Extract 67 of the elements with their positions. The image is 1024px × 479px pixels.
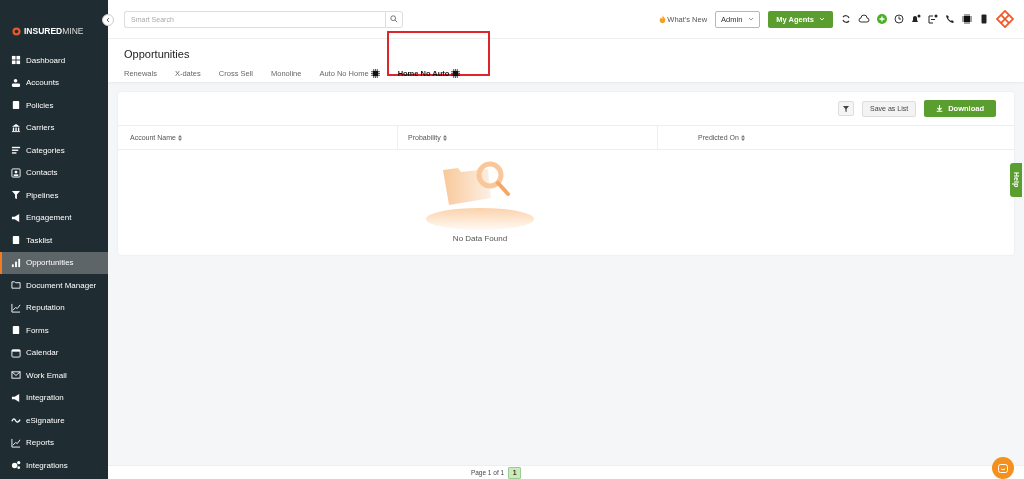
sidebar-item[interactable]: Accounts: [0, 71, 108, 94]
cloud-icon[interactable]: [858, 14, 870, 24]
gears-icon: [11, 460, 21, 471]
sidebar-item[interactable]: Tasklist: [0, 229, 108, 252]
add-icon[interactable]: [877, 14, 887, 24]
download-icon: [936, 105, 944, 112]
bell-icon[interactable]: [911, 14, 921, 24]
exit-icon[interactable]: [928, 14, 938, 24]
doc-icon: [11, 235, 21, 246]
sidebar-item[interactable]: Contacts: [0, 161, 108, 184]
caret-icon: [819, 16, 825, 22]
logo-icon: [12, 26, 21, 36]
sort-icon: [177, 134, 182, 141]
bars-icon: [11, 257, 21, 268]
sidebar-item[interactable]: Dashboard: [0, 49, 108, 72]
refresh-icon[interactable]: [841, 14, 851, 24]
calendar-icon: [11, 347, 21, 358]
search-icon: [390, 15, 398, 23]
sidebar-item[interactable]: Integration: [0, 386, 108, 409]
search-button[interactable]: [385, 10, 403, 28]
grid-icon: [11, 55, 21, 66]
page-button[interactable]: 1: [508, 466, 522, 479]
chart-icon: [11, 302, 21, 313]
funnel-icon: [11, 190, 21, 201]
doc-icon: [11, 325, 21, 336]
doc-icon: [11, 100, 21, 111]
sort-icon: [442, 134, 447, 141]
clock-icon[interactable]: [894, 14, 904, 24]
sidebar-item[interactable]: Carriers: [0, 116, 108, 139]
sidebar-item[interactable]: Reports: [0, 431, 108, 454]
collapse-button[interactable]: [102, 14, 114, 26]
sidebar-item[interactable]: Calendar: [0, 341, 108, 364]
sidebar-item[interactable]: Forms: [0, 319, 108, 342]
sidebar-item[interactable]: Engagement: [0, 206, 108, 229]
contact-icon: [11, 167, 21, 178]
sort-icon: [740, 134, 745, 141]
mail-icon: [11, 370, 21, 381]
chat-icon: [998, 463, 1008, 473]
sidebar-item[interactable]: eSignature: [0, 409, 108, 432]
bank-icon: [11, 122, 21, 133]
caret-icon: [748, 16, 755, 22]
chip-icon: [370, 69, 380, 78]
page-title: Opportunities: [124, 48, 191, 60]
flame-icon: [659, 14, 667, 24]
sidebar-item[interactable]: Integrations: [0, 454, 108, 477]
megaphone-icon: [11, 392, 21, 403]
folder-icon: [11, 280, 21, 291]
people-icon: [11, 77, 21, 88]
sidebar-item[interactable]: Categories: [0, 139, 108, 162]
chip-icon: [451, 69, 461, 78]
sidebar-item[interactable]: Pipelines: [0, 184, 108, 207]
filter-icon: [843, 105, 849, 112]
sidebar-item[interactable]: Work Email: [0, 364, 108, 387]
list-icon: [11, 145, 21, 156]
sidebar-item[interactable]: Policies: [0, 94, 108, 117]
sidebar-item[interactable]: Document Manager: [0, 274, 108, 297]
filter-button[interactable]: [838, 101, 854, 116]
megaphone-icon: [11, 212, 21, 223]
mobile-icon[interactable]: [979, 14, 989, 24]
empty-message: No Data Found: [452, 234, 508, 243]
phone-icon[interactable]: [945, 14, 955, 24]
logo-mark-icon: [996, 10, 1014, 28]
logo-text: INSUREDMINE: [24, 26, 84, 36]
chip-icon: [962, 14, 972, 24]
sidebar-item[interactable]: Opportunities: [0, 251, 108, 274]
chart-icon: [11, 437, 21, 448]
sidebar-item[interactable]: Reputation: [0, 296, 108, 319]
